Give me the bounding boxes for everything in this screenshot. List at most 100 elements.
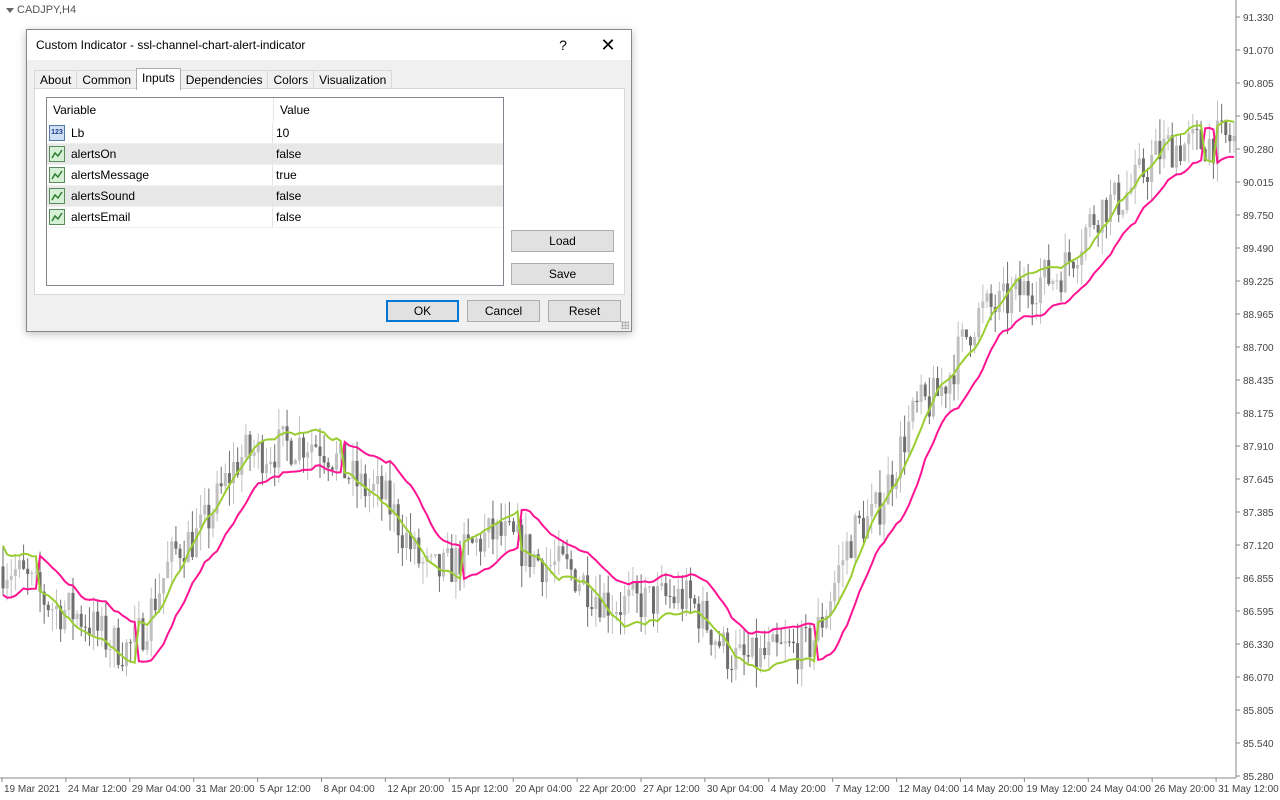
time-label: 30 Apr 04:00 bbox=[707, 784, 764, 795]
candle-body bbox=[499, 521, 503, 536]
column-header-value[interactable]: Value bbox=[274, 98, 310, 122]
candle-body bbox=[260, 441, 264, 473]
candle-body bbox=[944, 386, 948, 394]
bool-icon bbox=[49, 167, 65, 183]
symbol-label[interactable]: CADJPY,H4 bbox=[6, 4, 76, 16]
price-label: 89.750 bbox=[1243, 211, 1274, 222]
candle-body bbox=[13, 569, 17, 577]
candle-body bbox=[614, 611, 618, 615]
cancel-button[interactable]: Cancel bbox=[467, 300, 540, 322]
candle-body bbox=[347, 478, 351, 480]
candle-body bbox=[487, 518, 491, 533]
tab-inputs[interactable]: Inputs bbox=[136, 68, 181, 90]
candle-body bbox=[676, 588, 680, 604]
table-row[interactable]: alertsOn false bbox=[47, 144, 503, 165]
candle-body bbox=[973, 337, 977, 346]
candle-body bbox=[767, 641, 771, 656]
table-row[interactable]: alertsEmail false bbox=[47, 207, 503, 228]
candle-body bbox=[750, 637, 754, 657]
candle-body bbox=[664, 583, 668, 596]
variable-cell: alertsEmail bbox=[47, 207, 273, 227]
candle-body bbox=[310, 444, 314, 453]
price-label: 86.070 bbox=[1243, 673, 1274, 684]
candle-body bbox=[293, 460, 297, 465]
candle-body bbox=[771, 634, 775, 642]
table-row[interactable]: alertsSound false bbox=[47, 186, 503, 207]
variable-cell: alertsMessage bbox=[47, 165, 273, 185]
candle-body bbox=[709, 630, 713, 645]
candle-body bbox=[503, 521, 507, 536]
value-cell[interactable]: false bbox=[273, 144, 301, 164]
candle-body bbox=[302, 437, 306, 458]
time-label: 19 May 12:00 bbox=[1026, 784, 1087, 795]
value-cell[interactable]: 10 bbox=[273, 123, 289, 143]
candle-body bbox=[26, 568, 30, 574]
candle-body bbox=[989, 293, 993, 307]
candle-body bbox=[796, 643, 800, 670]
candle-body bbox=[1, 566, 5, 589]
dialog-tabs: About Common Inputs Dependencies Colors … bbox=[34, 68, 393, 90]
candle-body bbox=[75, 613, 79, 620]
ok-button[interactable]: OK bbox=[386, 300, 459, 322]
candle-body bbox=[1063, 252, 1067, 293]
candle-body bbox=[985, 293, 989, 302]
time-label: 12 May 04:00 bbox=[899, 784, 960, 795]
candle-body bbox=[1006, 283, 1010, 314]
variable-cell: 123 Lb bbox=[47, 123, 273, 143]
candle-body bbox=[314, 444, 318, 447]
price-label: 87.645 bbox=[1243, 475, 1274, 486]
column-header-variable[interactable]: Variable bbox=[47, 98, 274, 122]
help-icon[interactable]: ? bbox=[553, 34, 573, 56]
candle-body bbox=[1174, 145, 1178, 168]
inputs-grid: Variable Value 123 Lb 10 alertsOn false alert… bbox=[46, 97, 504, 286]
tab-dependencies[interactable]: Dependencies bbox=[179, 70, 269, 89]
tab-about[interactable]: About bbox=[34, 70, 78, 89]
variable-name: alertsMessage bbox=[71, 168, 150, 182]
candle-body bbox=[705, 600, 709, 631]
candle-body bbox=[384, 480, 388, 500]
candle-body bbox=[116, 627, 120, 665]
tab-visualization[interactable]: Visualization bbox=[313, 70, 393, 89]
candle-body bbox=[1067, 252, 1071, 262]
candle-body bbox=[1022, 281, 1026, 296]
time-label: 27 Apr 12:00 bbox=[643, 784, 700, 795]
candle-body bbox=[886, 474, 890, 505]
price-label: 88.965 bbox=[1243, 310, 1274, 321]
candle-body bbox=[643, 587, 647, 618]
candle-body bbox=[1088, 214, 1092, 228]
candle-body bbox=[330, 467, 334, 470]
tab-common[interactable]: Common bbox=[76, 70, 138, 89]
candle-body bbox=[841, 560, 845, 566]
candle-body bbox=[281, 426, 285, 430]
time-label: 24 Mar 12:00 bbox=[68, 784, 127, 795]
candle-body bbox=[421, 562, 425, 564]
resize-grip-icon[interactable] bbox=[621, 321, 629, 329]
table-row[interactable]: alertsMessage true bbox=[47, 165, 503, 186]
candle-body bbox=[129, 642, 133, 644]
reset-button[interactable]: Reset bbox=[548, 300, 621, 322]
time-label: 14 May 20:00 bbox=[963, 784, 1024, 795]
table-row[interactable]: 123 Lb 10 bbox=[47, 123, 503, 144]
tab-colors[interactable]: Colors bbox=[267, 70, 315, 89]
dialog-titlebar[interactable]: Custom Indicator - ssl-channel-chart-ale… bbox=[27, 30, 631, 60]
save-button[interactable]: Save bbox=[511, 263, 614, 285]
value-cell[interactable]: true bbox=[273, 165, 297, 185]
load-button[interactable]: Load bbox=[511, 230, 614, 252]
candle-body bbox=[730, 668, 734, 670]
candle-body bbox=[1038, 277, 1042, 303]
candle-body bbox=[952, 375, 956, 385]
close-icon[interactable]: ✕ bbox=[593, 34, 623, 56]
candle-body bbox=[125, 642, 129, 667]
price-label: 88.435 bbox=[1243, 376, 1274, 387]
value-cell[interactable]: false bbox=[273, 207, 301, 227]
candle-body bbox=[269, 461, 273, 465]
candle-body bbox=[857, 515, 861, 518]
candle-body bbox=[483, 532, 487, 552]
candle-body bbox=[450, 548, 454, 582]
time-label: 4 May 20:00 bbox=[771, 784, 826, 795]
candle-body bbox=[697, 603, 701, 629]
candle-body bbox=[845, 541, 849, 561]
candle-body bbox=[1059, 280, 1063, 293]
value-cell[interactable]: false bbox=[273, 186, 301, 206]
candle-body bbox=[334, 453, 338, 470]
